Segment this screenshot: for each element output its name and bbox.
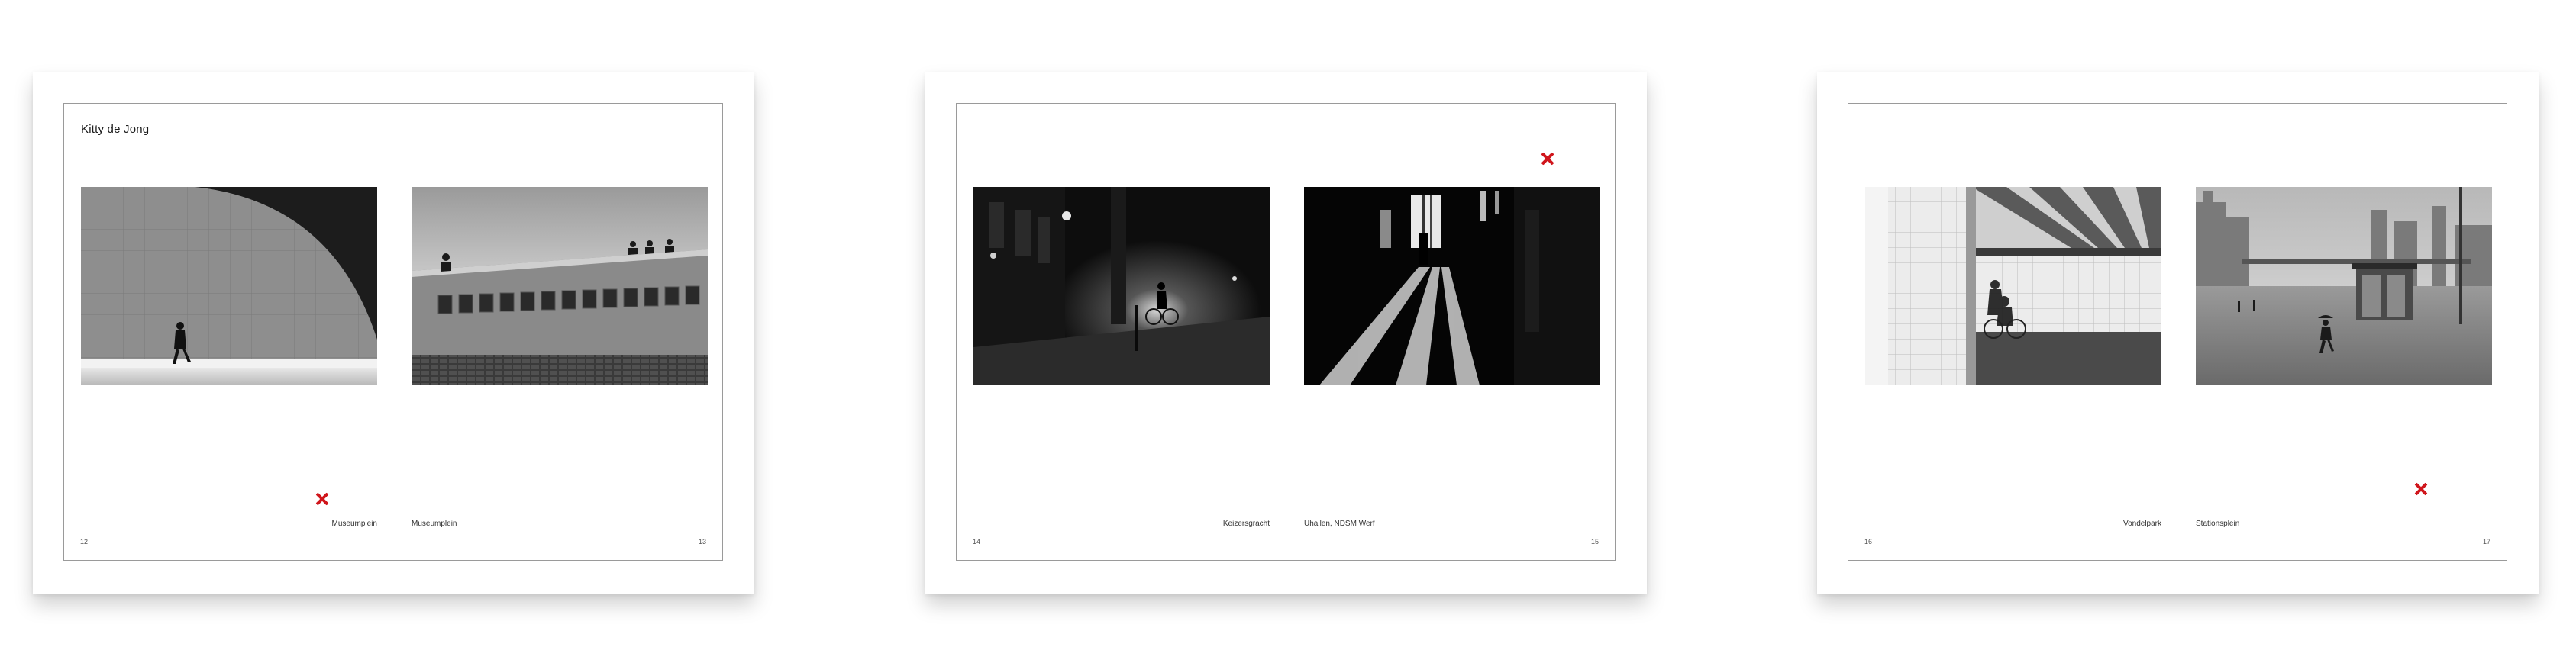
page-number-right: 17 [2482,538,2490,546]
photo-stationsplein-rain[interactable] [2196,187,2492,385]
caption-right: Stationsplein [2196,520,2240,528]
book-spread-2: Keizersgracht Uhallen, NDSM Werf 14 15 [925,72,1647,594]
caption-left: Museumplein [331,520,377,528]
page-number-left: 16 [1864,538,1873,546]
author-name: Kitty de Jong [81,123,150,136]
x-mark-icon[interactable] [2414,482,2428,496]
photo-vondelpark-tunnel[interactable] [1865,187,2161,385]
photo-keizersgracht-night[interactable] [973,187,1270,385]
caption-right: Museumplein [412,520,457,528]
caption-left: Vondelpark [2122,520,2161,528]
page-number-right: 15 [1590,538,1599,546]
page-number-right: 13 [698,538,706,546]
page-number-left: 12 [80,538,89,546]
caption-left: Keizersgracht [1222,520,1270,528]
x-mark-icon[interactable] [315,492,329,506]
page-number-left: 14 [973,538,981,546]
book-spread-1: Kitty de Jong Museumplein Museumplein 12… [33,72,754,594]
photo-museumplein-wall[interactable] [81,187,377,385]
x-mark-icon[interactable] [1541,152,1554,166]
book-spread-3: Vondelpark Stationsplein 16 17 [1817,72,2539,594]
photo-ndsm-hall[interactable] [1304,187,1600,385]
caption-right: Uhallen, NDSM Werf [1304,520,1375,528]
photo-museumplein-portraits[interactable] [412,187,708,385]
